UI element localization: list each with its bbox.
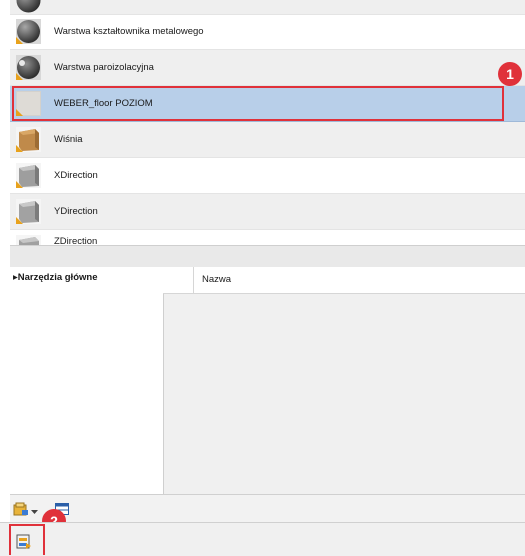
material-wood-cube-icon	[16, 127, 41, 152]
list-item-selected[interactable]: WEBER_floor POZIOM	[10, 86, 525, 122]
list-item-label: Warstwa paroizolacyjna	[54, 62, 154, 73]
list-item-label: Warstwa kształtownika metalowego	[54, 26, 204, 37]
material-badge-icon	[16, 145, 23, 152]
material-cube-icon	[16, 235, 41, 245]
list-item-label: ZDirection	[54, 236, 98, 245]
list-item[interactable]: XDirection	[10, 158, 525, 194]
material-badge-icon	[16, 37, 23, 44]
properties-panel: ▸Narzędzia główne Nazwa	[10, 267, 525, 494]
material-badge-icon	[16, 217, 23, 224]
material-badge-icon	[16, 73, 23, 80]
list-item-label: Wiśnia	[54, 134, 83, 145]
material-cube-icon	[16, 199, 41, 224]
list-item[interactable]: Wiśnia	[10, 122, 525, 158]
material-badge-icon	[16, 181, 23, 188]
annotation-marker-1: 1	[498, 62, 522, 86]
material-sphere-icon	[16, 19, 41, 44]
property-groups: ▸Narzędzia główne	[10, 267, 164, 494]
material-plane-icon	[16, 91, 41, 116]
list-item[interactable]: Warstwa paroizolacyjna	[10, 50, 525, 86]
list-item-partial-top[interactable]	[10, 0, 525, 15]
material-badge-icon	[16, 109, 23, 116]
panel-splitter[interactable]	[10, 245, 525, 269]
list-item-label: XDirection	[54, 170, 98, 181]
material-cube-icon	[16, 163, 41, 188]
material-list[interactable]: Warstwa kształtownika metalowego Warstwa…	[10, 0, 525, 245]
material-browser-icon[interactable]	[16, 534, 32, 553]
header-blank-cell	[163, 267, 194, 293]
list-item-label: WEBER_floor POZIOM	[54, 98, 153, 109]
library-toolbar	[10, 494, 525, 523]
dropdown-arrow-icon[interactable]	[31, 507, 38, 518]
list-item-partial-bottom[interactable]: ZDirection	[10, 230, 525, 245]
list-item[interactable]: YDirection	[10, 194, 525, 230]
property-table-header: Nazwa	[163, 267, 525, 294]
new-material-icon[interactable]	[13, 502, 29, 519]
property-group-main-tools[interactable]: ▸Narzędzia główne	[13, 272, 97, 283]
list-item[interactable]: Warstwa kształtownika metalowego	[10, 14, 525, 50]
column-header-name[interactable]: Nazwa	[202, 267, 231, 293]
bottom-bar	[0, 522, 525, 556]
material-thumbnail-icon	[16, 0, 41, 13]
material-sphere-icon	[16, 55, 41, 80]
list-item-label: YDirection	[54, 206, 98, 217]
